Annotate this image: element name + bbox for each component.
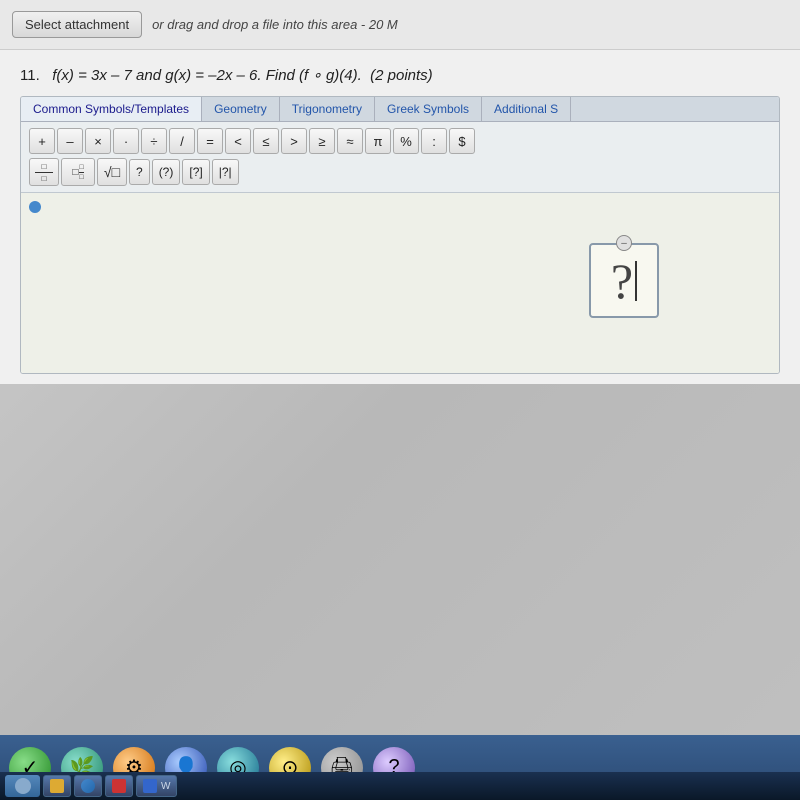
- question-points: (2 points): [370, 67, 433, 84]
- sym-times[interactable]: ×: [85, 128, 111, 154]
- tab-geometry[interactable]: Geometry: [202, 97, 280, 121]
- answer-box-wrapper: – ?: [589, 243, 659, 318]
- cursor-indicator: [29, 201, 41, 213]
- sym-approx[interactable]: ≈: [337, 128, 363, 154]
- sym-equals[interactable]: =: [197, 128, 223, 154]
- tab-additional[interactable]: Additional S: [482, 97, 571, 121]
- taskbar-app-ie[interactable]: [74, 775, 102, 797]
- sym-less[interactable]: <: [225, 128, 251, 154]
- taskbar-app-word[interactable]: W: [136, 775, 177, 797]
- sym-percent[interactable]: %: [393, 128, 419, 154]
- text-cursor: [635, 261, 637, 301]
- sym-question-bracket[interactable]: [?]: [182, 159, 209, 185]
- sym-geq[interactable]: ≥: [309, 128, 335, 154]
- taskbar-app-acrobat[interactable]: [105, 775, 133, 797]
- tab-bar: Common Symbols/Templates Geometry Trigon…: [21, 97, 779, 122]
- drag-drop-label: or drag and drop a file into this area -…: [152, 17, 398, 32]
- word-icon: [143, 779, 157, 793]
- question-area: 11. f(x) = 3x – 7 and g(x) = –2x – 6. Fi…: [0, 50, 800, 384]
- sym-question-paren[interactable]: (?): [152, 159, 181, 185]
- ie-icon: [81, 779, 95, 793]
- taskbar-app-folder[interactable]: [43, 775, 71, 797]
- sym-question-plain[interactable]: ?: [129, 159, 150, 185]
- start-button[interactable]: [5, 775, 40, 797]
- acrobat-icon: [112, 779, 126, 793]
- top-bar: Select attachment or drag and drop a fil…: [0, 0, 800, 50]
- tab-trigonometry[interactable]: Trigonometry: [280, 97, 375, 121]
- sym-greater[interactable]: >: [281, 128, 307, 154]
- template-row: □ □ □ □ □ √□ ? (?): [29, 158, 771, 186]
- answer-box[interactable]: ?: [589, 243, 659, 318]
- answer-box-container: – ?: [589, 243, 659, 318]
- question-body: f(x) = 3x – 7 and g(x) = –2x – 6. Find (…: [52, 67, 362, 84]
- math-editor: Common Symbols/Templates Geometry Trigon…: [20, 96, 780, 374]
- sym-sqrt[interactable]: √□: [97, 158, 127, 186]
- taskbar-bottom: W: [0, 772, 800, 800]
- sym-plus[interactable]: +: [29, 128, 55, 154]
- remove-box-button[interactable]: –: [616, 235, 632, 251]
- question-number: 11.: [20, 67, 40, 84]
- sym-fraction[interactable]: □ □: [29, 158, 59, 186]
- answer-placeholder: ?: [611, 252, 633, 310]
- tab-greek-symbols[interactable]: Greek Symbols: [375, 97, 482, 121]
- sym-minus[interactable]: –: [57, 128, 83, 154]
- word-app-label: W: [161, 781, 170, 792]
- sym-slash[interactable]: /: [169, 128, 195, 154]
- sym-leq[interactable]: ≤: [253, 128, 279, 154]
- operator-row: + – × · ÷ / = < ≤ > ≥ ≈ π % : $: [29, 128, 771, 154]
- screen: Select attachment or drag and drop a fil…: [0, 0, 800, 800]
- sym-divide[interactable]: ÷: [141, 128, 167, 154]
- question-text: 11. f(x) = 3x – 7 and g(x) = –2x – 6. Fi…: [20, 65, 780, 86]
- folder-icon: [50, 779, 64, 793]
- sym-dot[interactable]: ·: [113, 128, 139, 154]
- answer-area[interactable]: – ?: [21, 193, 779, 373]
- start-icon: [15, 778, 31, 794]
- sym-mixed-number[interactable]: □ □ □: [61, 158, 95, 186]
- sym-pi[interactable]: π: [365, 128, 391, 154]
- tab-common-symbols[interactable]: Common Symbols/Templates: [21, 97, 202, 121]
- select-attachment-button[interactable]: Select attachment: [12, 11, 142, 38]
- sym-question-abs[interactable]: |?|: [212, 159, 239, 185]
- sym-colon[interactable]: :: [421, 128, 447, 154]
- sym-dollar[interactable]: $: [449, 128, 475, 154]
- symbol-toolbar: + – × · ÷ / = < ≤ > ≥ ≈ π % : $: [21, 122, 779, 193]
